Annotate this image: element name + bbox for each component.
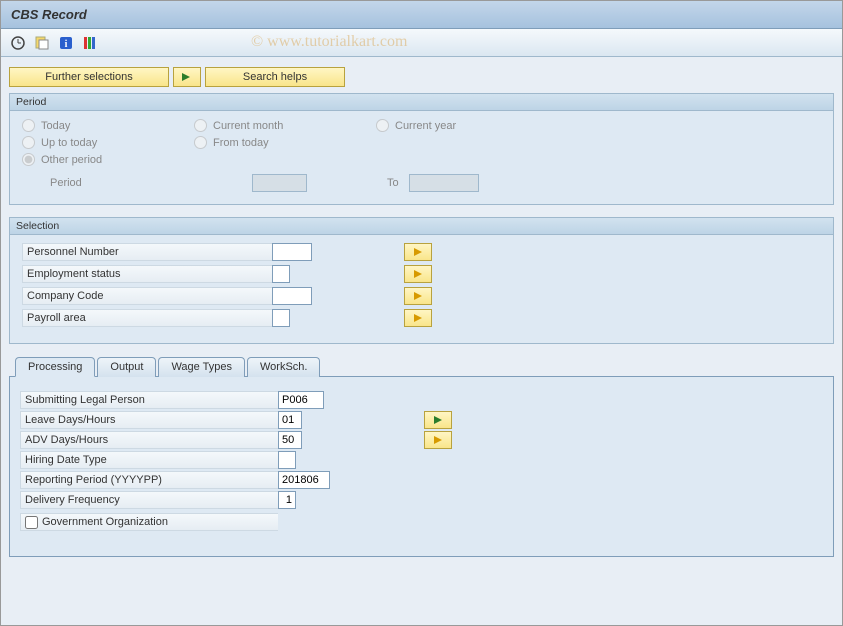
radio-other-period[interactable]: Other period: [22, 153, 192, 166]
further-selections-button[interactable]: Further selections: [9, 67, 169, 87]
hiring-date-type-label: Hiring Date Type: [20, 451, 278, 469]
government-org-cell: Government Organization: [20, 513, 278, 531]
radio-up-to-today-input[interactable]: [22, 136, 35, 149]
radio-from-today[interactable]: From today: [194, 136, 374, 149]
employment-status-multi-button[interactable]: [404, 265, 432, 283]
execute-icon[interactable]: [9, 34, 27, 52]
government-org-checkbox[interactable]: [25, 516, 38, 529]
tab-processing[interactable]: Processing: [15, 357, 95, 377]
radio-from-today-input[interactable]: [194, 136, 207, 149]
period-dates-row: Period To: [22, 174, 821, 192]
period-group-title: Period: [10, 94, 833, 111]
adv-days-hours-input[interactable]: [278, 431, 302, 449]
period-to-label: To: [387, 177, 399, 189]
company-code-label: Company Code: [22, 287, 272, 305]
selection-buttons-row: Further selections Search helps: [9, 67, 834, 87]
adv-days-hours-multi-button[interactable]: [424, 431, 452, 449]
payroll-area-input[interactable]: [272, 309, 290, 327]
radio-current-month[interactable]: Current month: [194, 119, 374, 132]
reporting-period-label: Reporting Period (YYYYPP): [20, 471, 278, 489]
leave-days-hours-label: Leave Days/Hours: [20, 411, 278, 429]
radio-today[interactable]: Today: [22, 119, 192, 132]
svg-text:i: i: [65, 39, 68, 50]
search-helps-button[interactable]: Search helps: [205, 67, 345, 87]
leave-days-hours-input[interactable]: [278, 411, 302, 429]
delivery-frequency-label: Delivery Frequency: [20, 491, 278, 509]
titlebar: CBS Record: [1, 1, 842, 29]
radio-current-month-input[interactable]: [194, 119, 207, 132]
tab-output[interactable]: Output: [97, 357, 156, 377]
company-code-multi-button[interactable]: [404, 287, 432, 305]
main-content: Further selections Search helps Period T…: [1, 57, 842, 565]
arrow-right-icon: [431, 415, 445, 425]
search-helps-toggle-button[interactable]: [173, 67, 201, 87]
submitting-legal-person-input[interactable]: [278, 391, 324, 409]
app-toolbar: i © www.tutorialkart.com: [1, 29, 842, 57]
watermark-text: © www.tutorialkart.com: [251, 33, 407, 51]
tab-worksch[interactable]: WorkSch.: [247, 357, 320, 377]
arrow-right-icon: [411, 247, 425, 257]
info-icon[interactable]: i: [57, 34, 75, 52]
radio-up-to-today[interactable]: Up to today: [22, 136, 192, 149]
arrow-right-icon: [411, 291, 425, 301]
reporting-period-input[interactable]: [278, 471, 330, 489]
selection-group-title: Selection: [10, 218, 833, 235]
payroll-area-label: Payroll area: [22, 309, 272, 327]
tabstrip: Processing Output Wage Types WorkSch.: [9, 356, 834, 377]
hiring-date-type-input[interactable]: [278, 451, 296, 469]
personnel-number-multi-button[interactable]: [404, 243, 432, 261]
adv-days-hours-label: ADV Days/Hours: [20, 431, 278, 449]
delivery-frequency-input[interactable]: [278, 491, 296, 509]
employment-status-label: Employment status: [22, 265, 272, 283]
palette-icon[interactable]: [81, 34, 99, 52]
personnel-number-input[interactable]: [272, 243, 312, 261]
employment-status-input[interactable]: [272, 265, 290, 283]
period-group: Period Today Current month Current year …: [9, 93, 834, 205]
leave-days-hours-multi-button[interactable]: [424, 411, 452, 429]
period-from-input[interactable]: [252, 174, 307, 192]
page-title: CBS Record: [11, 7, 87, 22]
radio-current-year[interactable]: Current year: [376, 119, 526, 132]
period-to-input[interactable]: [409, 174, 479, 192]
radio-other-period-input[interactable]: [22, 153, 35, 166]
personnel-number-label: Personnel Number: [22, 243, 272, 261]
radio-current-year-input[interactable]: [376, 119, 389, 132]
tab-wage-types[interactable]: Wage Types: [158, 357, 245, 377]
get-variant-icon[interactable]: [33, 34, 51, 52]
government-org-label: Government Organization: [42, 516, 168, 528]
button-label: Further selections: [45, 71, 132, 83]
radio-today-input[interactable]: [22, 119, 35, 132]
arrow-right-icon: [431, 435, 445, 445]
company-code-input[interactable]: [272, 287, 312, 305]
period-from-label: Period: [22, 177, 82, 189]
payroll-area-multi-button[interactable]: [404, 309, 432, 327]
arrow-right-icon: [411, 269, 425, 279]
button-label: Search helps: [243, 71, 307, 83]
selection-group: Selection Personnel Number Employment st…: [9, 217, 834, 344]
submitting-legal-person-label: Submitting Legal Person: [20, 391, 278, 409]
arrow-right-icon: [180, 72, 194, 82]
processing-panel: Submitting Legal Person Leave Days/Hours…: [9, 377, 834, 557]
arrow-right-icon: [411, 313, 425, 323]
